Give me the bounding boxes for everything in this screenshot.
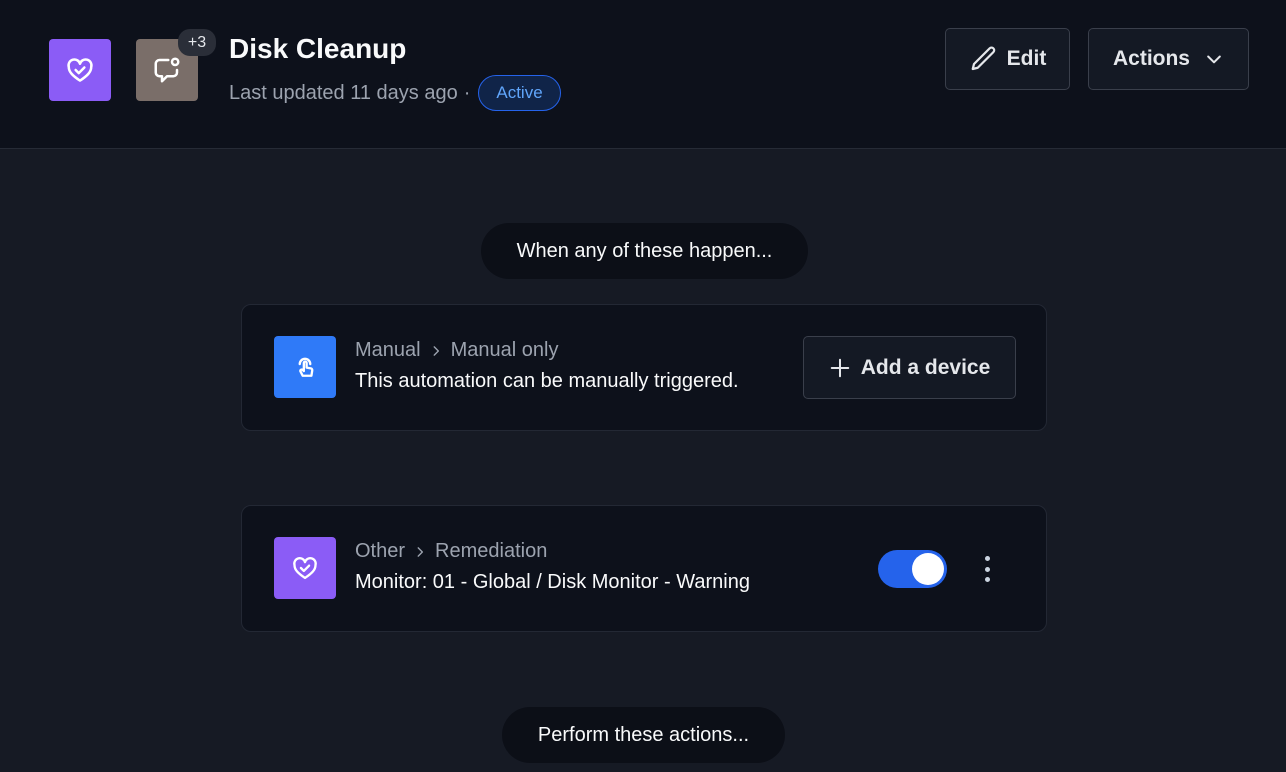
breadcrumb-subcategory: Manual only [450,339,559,361]
toggle-knob [912,553,944,585]
edit-button[interactable]: Edit [945,28,1070,90]
trigger-description: This automation can be manually triggere… [355,370,739,392]
participants-count-badge[interactable]: +3 [178,29,216,56]
breadcrumb-category: Manual [355,339,421,361]
pencil-icon [971,46,995,71]
enable-toggle[interactable] [878,550,947,588]
add-device-button[interactable]: Add a device [803,336,1016,399]
trigger-card-manual: Manual Manual only This automation can b… [241,304,1047,431]
edit-label: Edit [1006,47,1047,70]
trigger-description: Monitor: 01 - Global / Disk Monitor - Wa… [355,571,750,593]
breadcrumb-category: Other [355,540,406,562]
status-badge: Active [478,75,561,111]
last-updated-text: Last updated 11 days ago [229,81,458,104]
page-title: Disk Cleanup [229,33,407,64]
perform-section-label: Perform these actions... [502,707,785,763]
breadcrumb: Manual Manual only [355,339,558,362]
touch-hand-icon [274,336,336,398]
when-section-label: When any of these happen... [481,223,808,279]
plus-icon [830,358,849,377]
more-options-icon[interactable] [975,554,999,584]
chevron-right-icon [433,345,439,356]
automation-icon [49,39,111,101]
breadcrumb: Other Remediation [355,540,547,563]
page-header: +3 Disk Cleanup Last updated 11 days ago… [0,0,1286,149]
trigger-card-remediation: Other Remediation Monitor: 01 - Global /… [241,505,1047,632]
subtitle-row: Last updated 11 days ago · Active [229,75,561,111]
add-device-label: Add a device [860,355,991,379]
actions-label: Actions [1112,47,1190,70]
separator: · [463,81,471,104]
chevron-down-icon [1207,55,1221,64]
heart-check-icon [274,537,336,599]
actions-dropdown-button[interactable]: Actions [1088,28,1249,90]
breadcrumb-subcategory: Remediation [435,540,548,562]
chevron-right-icon [417,546,424,557]
